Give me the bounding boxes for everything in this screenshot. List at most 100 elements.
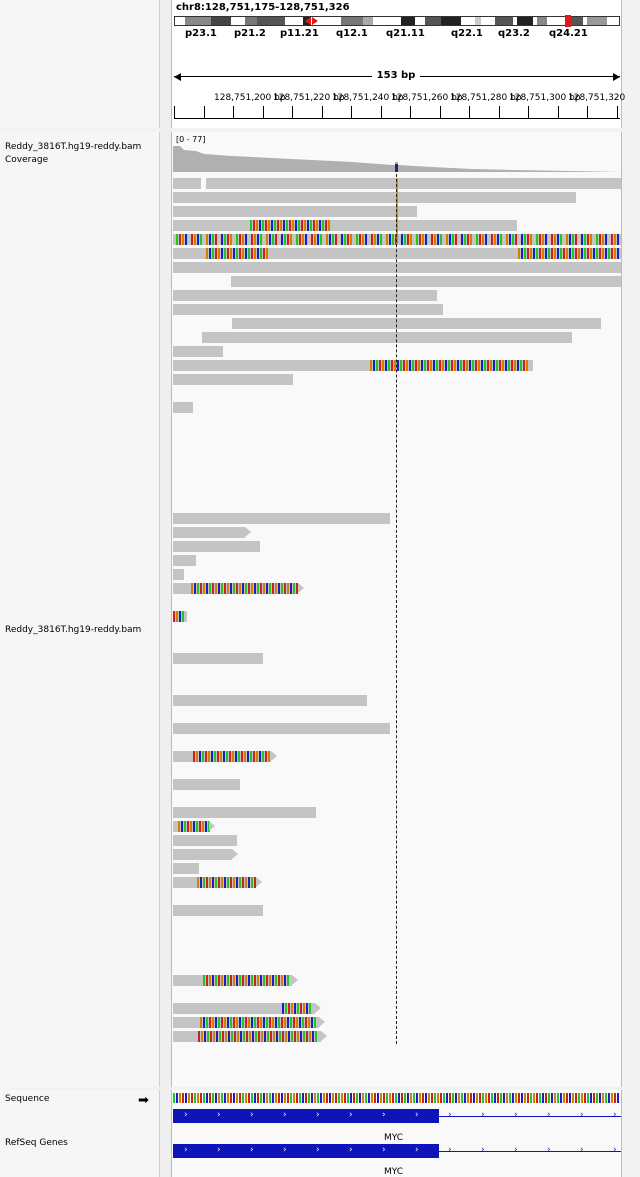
- bottom-tracks-panel: MYC MYC › › › › › › › › › › › › › › › › › › › › › › › › › › › ›: [171, 1090, 622, 1177]
- mismatch-base: [614, 248, 616, 259]
- mismatch-base: [449, 234, 451, 245]
- aligned-read[interactable]: [173, 527, 251, 538]
- mismatch-base: [424, 360, 426, 371]
- mismatch-base: [389, 234, 391, 245]
- mismatch-base: [263, 975, 265, 986]
- sequence-base: [176, 1093, 178, 1103]
- sequence-base: [551, 1093, 553, 1103]
- sequence-base: [200, 1093, 202, 1103]
- aligned-read[interactable]: [173, 583, 304, 594]
- mismatch-base: [380, 234, 382, 245]
- aligned-read[interactable]: [173, 849, 238, 860]
- sequence-base: [596, 1093, 598, 1103]
- mismatch-base: [262, 751, 264, 762]
- mismatch-base: [385, 360, 387, 371]
- alignment-track-name[interactable]: Reddy_3816T.hg19-reddy.bam: [5, 625, 165, 635]
- aligned-read[interactable]: [173, 695, 367, 706]
- aligned-read[interactable]: [173, 513, 390, 524]
- chromosome-band: [607, 17, 619, 25]
- sequence-base: [206, 1093, 208, 1103]
- sequence-base: [281, 1093, 283, 1103]
- mismatch-base: [232, 751, 234, 762]
- aligned-read[interactable]: [173, 863, 199, 874]
- mismatch-base: [308, 1017, 310, 1028]
- aligned-read[interactable]: [202, 332, 572, 343]
- sequence-base: [293, 1093, 295, 1103]
- mismatch-base: [376, 360, 378, 371]
- mismatch-base: [252, 1031, 254, 1042]
- mismatch-base: [251, 1017, 253, 1028]
- aligned-read[interactable]: [173, 835, 237, 846]
- aligned-read[interactable]: [173, 975, 298, 986]
- band-label: q22.1: [451, 28, 483, 39]
- aligned-read[interactable]: [232, 318, 601, 329]
- refseq-track-name[interactable]: RefSeq Genes: [5, 1138, 165, 1148]
- coverage-track-name[interactable]: Reddy_3816T.hg19-reddy.bam Coverage: [5, 141, 170, 167]
- mismatch-base: [476, 234, 478, 245]
- aligned-read[interactable]: [173, 877, 262, 888]
- aligned-read[interactable]: [173, 905, 263, 916]
- strand-arrow-icon[interactable]: ➡: [138, 1093, 149, 1108]
- mismatch-base: [319, 220, 321, 231]
- aligned-read[interactable]: [173, 1017, 325, 1028]
- sequence-strip[interactable]: [173, 1093, 621, 1103]
- mismatch-base: [256, 220, 258, 231]
- aligned-read[interactable]: [206, 178, 621, 189]
- mismatch-base: [297, 1031, 299, 1042]
- gene-exon[interactable]: [173, 1144, 439, 1158]
- sequence-base: [263, 1093, 265, 1103]
- mismatch-base: [218, 583, 220, 594]
- mismatch-base: [493, 360, 495, 371]
- aligned-read[interactable]: [173, 374, 293, 385]
- mismatch-base: [222, 1031, 224, 1042]
- sequence-base: [383, 1093, 385, 1103]
- aligned-read[interactable]: [173, 653, 263, 664]
- aligned-read[interactable]: [173, 178, 201, 189]
- alignment-panel[interactable]: [0 - 77]: [171, 132, 622, 1087]
- aligned-read[interactable]: [173, 290, 437, 301]
- aligned-read[interactable]: [173, 779, 240, 790]
- aligned-read[interactable]: [173, 751, 277, 762]
- sequence-base: [500, 1093, 502, 1103]
- aligned-read[interactable]: [173, 206, 417, 217]
- mismatch-base: [260, 234, 262, 245]
- aligned-read[interactable]: [173, 1031, 327, 1042]
- mismatch-base: [306, 1003, 308, 1014]
- sequence-base: [461, 1093, 463, 1103]
- aligned-read[interactable]: [173, 1003, 321, 1014]
- aligned-read[interactable]: [173, 807, 316, 818]
- mismatch-base: [611, 248, 613, 259]
- aligned-read[interactable]: [231, 276, 621, 287]
- sequence-base: [314, 1093, 316, 1103]
- aligned-read[interactable]: [173, 346, 223, 357]
- aligned-read[interactable]: [173, 220, 517, 231]
- aligned-read[interactable]: [173, 192, 576, 203]
- mismatch-base: [217, 751, 219, 762]
- mismatch-base: [410, 234, 412, 245]
- panel-divider[interactable]: [160, 0, 171, 1177]
- chromosome-ideogram[interactable]: [174, 15, 620, 27]
- mismatch-base: [280, 220, 282, 231]
- aligned-read[interactable]: [173, 821, 215, 832]
- aligned-read[interactable]: [173, 262, 621, 273]
- aligned-read[interactable]: [173, 541, 260, 552]
- coverage-histogram[interactable]: [172, 140, 622, 176]
- aligned-read[interactable]: [173, 555, 196, 566]
- mismatch-base: [461, 234, 463, 245]
- strand-chevron-icon: ›: [415, 1145, 419, 1155]
- aligned-read[interactable]: [173, 360, 533, 371]
- mismatch-base: [587, 234, 589, 245]
- aligned-read[interactable]: [173, 569, 184, 580]
- gene-exon[interactable]: [173, 1109, 439, 1123]
- aligned-read[interactable]: [173, 402, 193, 413]
- sequence-base: [398, 1093, 400, 1103]
- mismatch-base: [416, 234, 418, 245]
- aligned-read[interactable]: [173, 304, 443, 315]
- aligned-read[interactable]: [173, 248, 621, 259]
- mismatch-base: [506, 234, 508, 245]
- mismatch-base: [298, 220, 300, 231]
- mismatch-base: [517, 360, 519, 371]
- mismatch-base: [293, 583, 295, 594]
- aligned-read[interactable]: [173, 611, 187, 622]
- aligned-read[interactable]: [173, 723, 390, 734]
